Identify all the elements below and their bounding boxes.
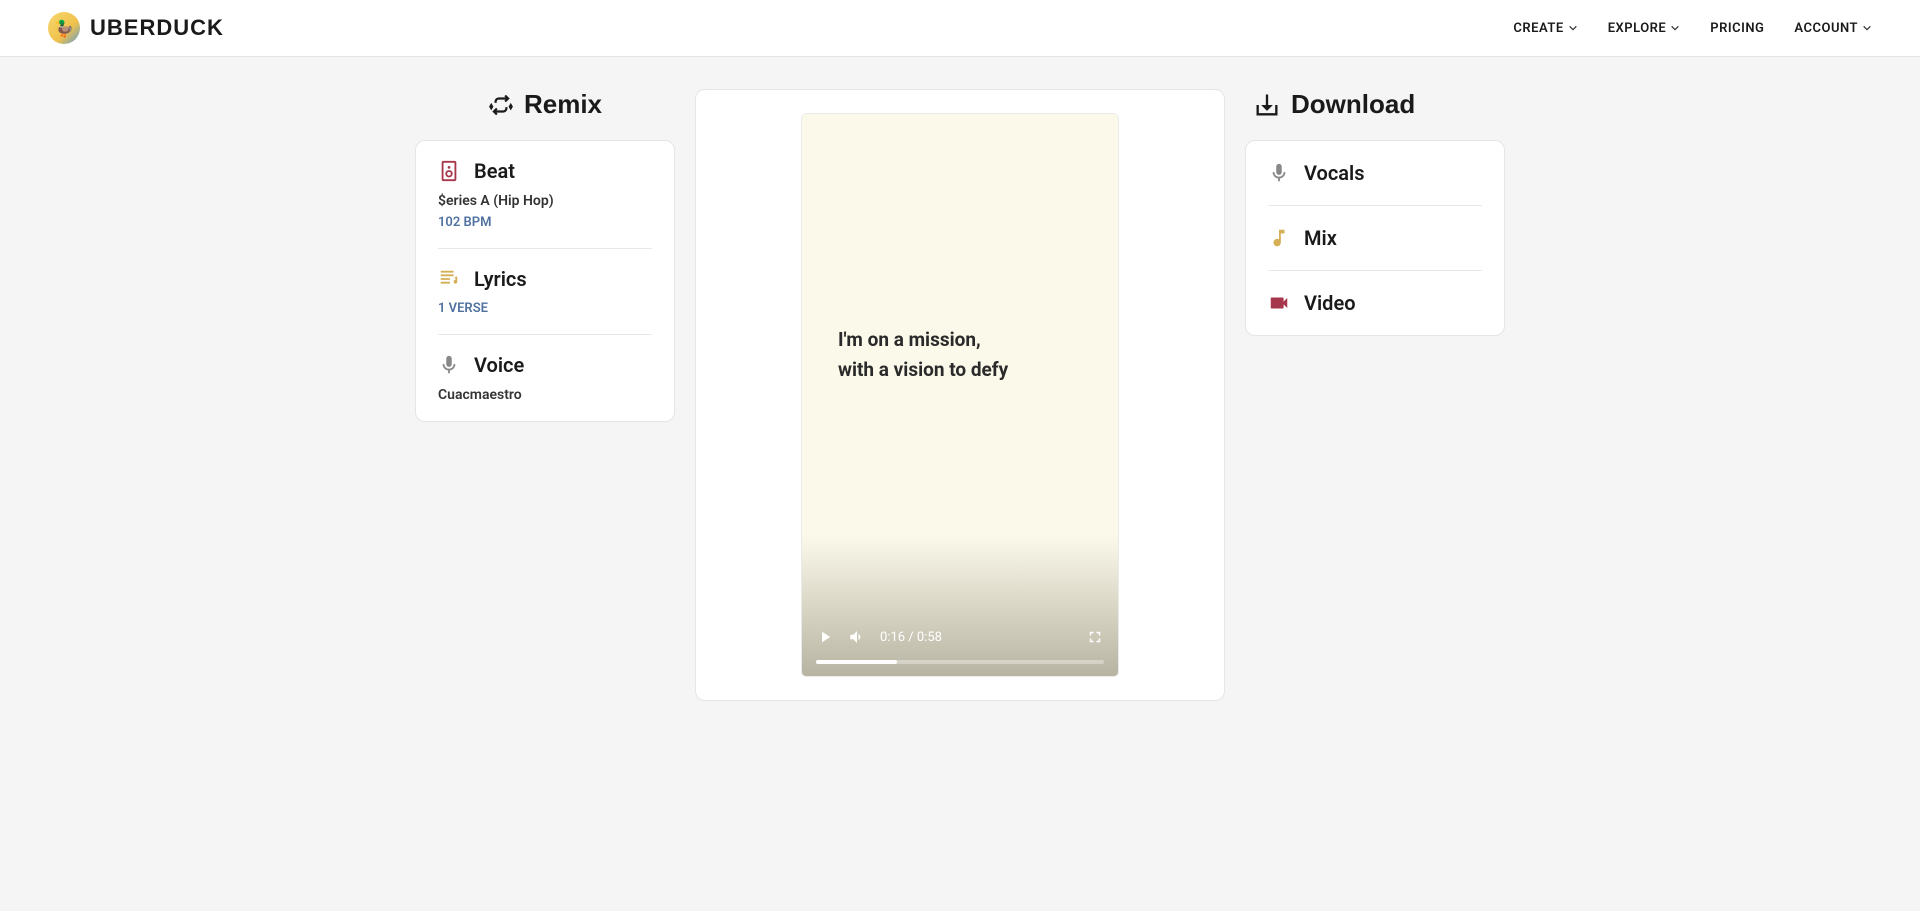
lyrics-heading: Lyrics bbox=[438, 267, 652, 291]
main-content: Remix Beat $eries A (Hip Hop) 102 BPM bbox=[0, 57, 1920, 733]
video-column: I'm on a mission, with a vision to defy … bbox=[695, 89, 1225, 701]
voice-label: Voice bbox=[474, 353, 524, 377]
video-container: I'm on a mission, with a vision to defy … bbox=[695, 89, 1225, 701]
lyrics-display: I'm on a mission, with a vision to defy bbox=[802, 325, 1118, 386]
lyrics-label: Lyrics bbox=[474, 267, 527, 291]
chevron-down-icon bbox=[1568, 23, 1578, 33]
nav-explore[interactable]: EXPLORE bbox=[1608, 21, 1681, 36]
logo[interactable]: UBERDUCK bbox=[48, 12, 224, 44]
download-card: Vocals Mix Video bbox=[1245, 140, 1505, 336]
header: UBERDUCK CREATE EXPLORE PRICING ACCOUNT bbox=[0, 0, 1920, 57]
remix-title: Remix bbox=[415, 89, 675, 120]
speaker-icon bbox=[438, 160, 460, 182]
download-title-text: Download bbox=[1291, 89, 1415, 120]
remix-card: Beat $eries A (Hip Hop) 102 BPM Lyrics 1… bbox=[415, 140, 675, 422]
download-title: Download bbox=[1245, 89, 1505, 120]
voice-name: Cuacmaestro bbox=[438, 387, 652, 403]
remix-title-text: Remix bbox=[524, 89, 602, 120]
lyrics-line-1: I'm on a mission, bbox=[838, 325, 1082, 355]
chevron-down-icon bbox=[1862, 23, 1872, 33]
nav-account-label: ACCOUNT bbox=[1794, 21, 1858, 36]
logo-icon bbox=[48, 12, 80, 44]
volume-icon[interactable] bbox=[848, 628, 866, 646]
microphone-icon bbox=[1268, 162, 1290, 184]
chevron-down-icon bbox=[1670, 23, 1680, 33]
music-note-icon bbox=[1268, 227, 1290, 249]
beat-section[interactable]: Beat $eries A (Hip Hop) 102 BPM bbox=[416, 141, 674, 248]
beat-name: $eries A (Hip Hop) bbox=[438, 193, 652, 209]
voice-section[interactable]: Voice Cuacmaestro bbox=[438, 334, 652, 421]
nav-pricing-label: PRICING bbox=[1710, 21, 1764, 36]
download-video[interactable]: Video bbox=[1268, 270, 1482, 335]
fullscreen-icon[interactable] bbox=[1086, 628, 1104, 646]
download-video-label: Video bbox=[1304, 291, 1356, 315]
download-column: Download Vocals Mix Video bbox=[1245, 89, 1505, 701]
lyrics-line-2: with a vision to defy bbox=[838, 355, 1082, 385]
download-icon bbox=[1253, 91, 1281, 119]
video-camera-icon bbox=[1268, 292, 1290, 314]
lyrics-icon bbox=[438, 268, 460, 290]
progress-bar[interactable] bbox=[816, 660, 1104, 664]
beat-bpm[interactable]: 102 BPM bbox=[438, 215, 652, 230]
beat-heading: Beat bbox=[438, 159, 652, 183]
download-vocals-label: Vocals bbox=[1304, 161, 1365, 185]
lyrics-section[interactable]: Lyrics 1 VERSE bbox=[438, 248, 652, 334]
play-icon[interactable] bbox=[816, 628, 834, 646]
recycle-icon bbox=[488, 92, 514, 118]
main-nav: CREATE EXPLORE PRICING ACCOUNT bbox=[1513, 21, 1872, 36]
remix-column: Remix Beat $eries A (Hip Hop) 102 BPM bbox=[415, 89, 675, 701]
video-controls: 0:16 / 0:58 bbox=[802, 618, 1118, 676]
microphone-icon bbox=[438, 354, 460, 376]
download-vocals[interactable]: Vocals bbox=[1246, 141, 1504, 205]
progress-fill bbox=[816, 660, 897, 664]
controls-row: 0:16 / 0:58 bbox=[816, 628, 1104, 646]
nav-create[interactable]: CREATE bbox=[1513, 21, 1577, 36]
video-player[interactable]: I'm on a mission, with a vision to defy … bbox=[802, 114, 1118, 676]
lyrics-verse-count[interactable]: 1 VERSE bbox=[438, 301, 652, 316]
video-time: 0:16 / 0:58 bbox=[880, 630, 942, 645]
nav-create-label: CREATE bbox=[1513, 21, 1563, 36]
download-mix[interactable]: Mix bbox=[1268, 205, 1482, 270]
nav-account[interactable]: ACCOUNT bbox=[1794, 21, 1872, 36]
voice-heading: Voice bbox=[438, 353, 652, 377]
nav-pricing[interactable]: PRICING bbox=[1710, 21, 1764, 36]
nav-explore-label: EXPLORE bbox=[1608, 21, 1667, 36]
brand-name: UBERDUCK bbox=[90, 15, 224, 41]
beat-label: Beat bbox=[474, 159, 515, 183]
download-mix-label: Mix bbox=[1304, 226, 1337, 250]
